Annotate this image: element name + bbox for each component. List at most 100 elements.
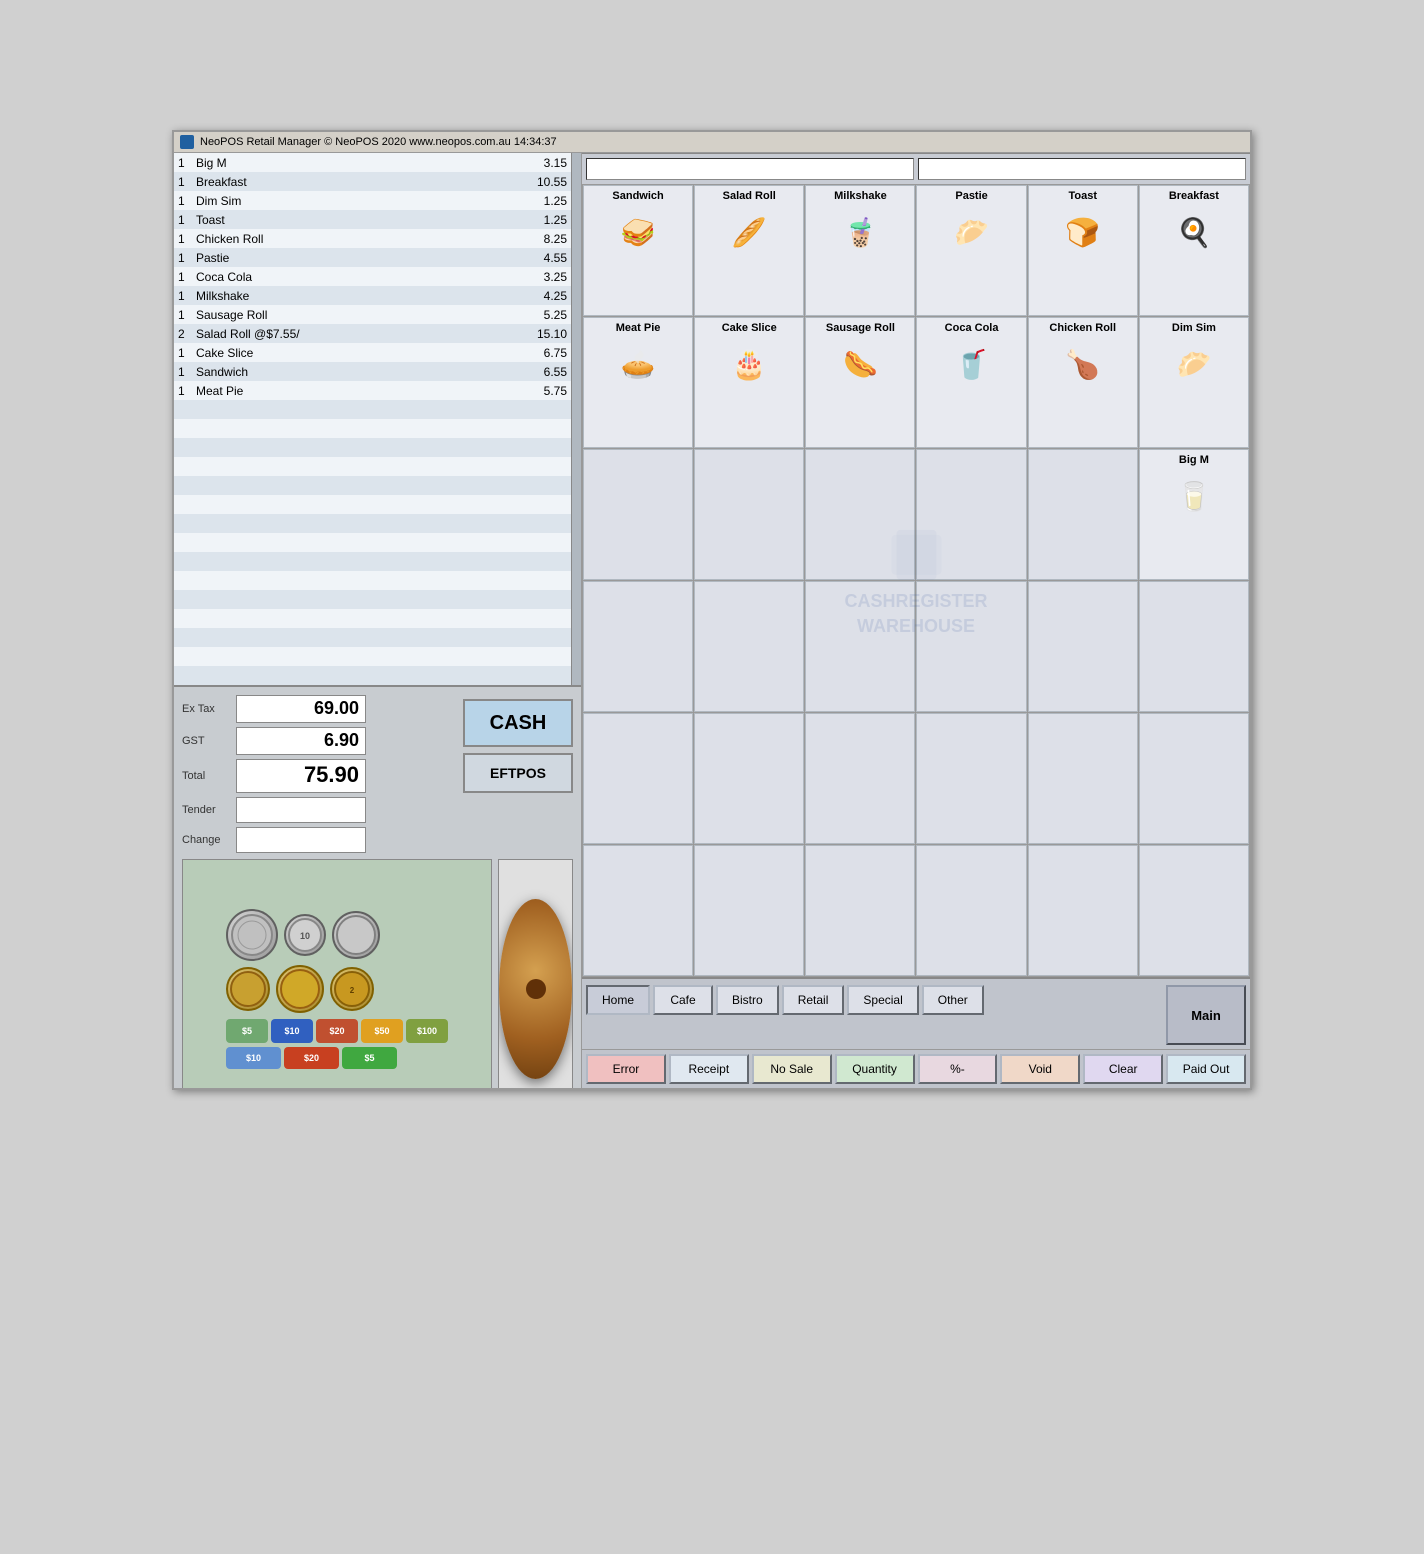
- order-item[interactable]: 1 Toast 1.25: [174, 210, 571, 229]
- order-item[interactable]: 1 Sandwich 6.55: [174, 362, 571, 381]
- product-dim-sim[interactable]: Dim Sim🥟: [1139, 317, 1249, 448]
- order-item[interactable]: 1 Big M 3.15: [174, 153, 571, 172]
- quantity-button[interactable]: Quantity: [835, 1054, 915, 1084]
- product-grid: Sandwich🥪Salad Roll🥖Milkshake🧋Pastie🥟Toa…: [582, 184, 1250, 979]
- paid-out-button[interactable]: Paid Out: [1166, 1054, 1246, 1084]
- product-salad-roll[interactable]: Salad Roll🥖: [694, 185, 804, 316]
- product-label: Coca Cola: [945, 320, 999, 337]
- order-item[interactable]: 1 Dim Sim 1.25: [174, 191, 571, 210]
- product-pastie[interactable]: Pastie🥟: [916, 185, 1026, 316]
- void-button[interactable]: Void: [1000, 1054, 1080, 1084]
- order-item[interactable]: 2 Salad Roll @$7.55/ 15.10: [174, 324, 571, 343]
- nav-home[interactable]: Home: [586, 985, 650, 1015]
- clear-button[interactable]: Clear: [1083, 1054, 1163, 1084]
- main-input-right[interactable]: [918, 158, 1246, 180]
- order-item[interactable]: 1 Sausage Roll 5.25: [174, 305, 571, 324]
- product-chicken-roll[interactable]: Chicken Roll🍗: [1028, 317, 1138, 448]
- empty-product-cell: [583, 713, 693, 844]
- empty-product-cell: [805, 449, 915, 580]
- order-item[interactable]: 1 Cake Slice 6.75: [174, 343, 571, 362]
- product-label: Big M: [1179, 452, 1209, 469]
- total-row: Total 75.90: [182, 759, 455, 793]
- bottom-payment-area: Ex Tax 69.00 GST 6.90 Total 75.90 Tend: [174, 685, 581, 1088]
- item-qty: 1: [174, 362, 192, 381]
- item-qty: 1: [174, 286, 192, 305]
- item-qty: 1: [174, 229, 192, 248]
- nav-bistro[interactable]: Bistro: [716, 985, 779, 1015]
- order-item[interactable]: 1 Milkshake 4.25: [174, 286, 571, 305]
- product-label: Salad Roll: [723, 188, 776, 205]
- nav-retail[interactable]: Retail: [782, 985, 845, 1015]
- product-sausage-roll[interactable]: Sausage Roll🌭: [805, 317, 915, 448]
- product-breakfast[interactable]: Breakfast🍳: [1139, 185, 1249, 316]
- note-green: $5: [342, 1047, 397, 1069]
- item-price: 10.55: [521, 172, 571, 191]
- empty-product-cell: [1139, 845, 1249, 976]
- note-5: $5: [226, 1019, 268, 1043]
- product-toast[interactable]: Toast🍞: [1028, 185, 1138, 316]
- empty-product-cell: [805, 581, 915, 712]
- product-image: 🍗: [1048, 337, 1118, 392]
- order-item[interactable]: 1 Breakfast 10.55: [174, 172, 571, 191]
- order-item[interactable]: 1 Pastie 4.55: [174, 248, 571, 267]
- item-qty: 1: [174, 381, 192, 400]
- order-item[interactable]: 1 Chicken Roll 8.25: [174, 229, 571, 248]
- product-image: 🥪: [603, 205, 673, 260]
- product-image: 🌭: [825, 337, 895, 392]
- empty-order-row: [174, 609, 571, 628]
- app-title: NeoPOS Retail Manager © NeoPOS 2020 www.…: [200, 136, 557, 148]
- empty-product-cell: [583, 581, 693, 712]
- item-name: Toast: [192, 210, 521, 229]
- product-big-m[interactable]: Big M🥛: [1139, 449, 1249, 580]
- change-input[interactable]: [236, 827, 366, 853]
- nav-special[interactable]: Special: [847, 985, 918, 1015]
- item-price: 6.55: [521, 362, 571, 381]
- product-meat-pie[interactable]: Meat Pie🥧: [583, 317, 693, 448]
- item-price: 6.75: [521, 343, 571, 362]
- order-item[interactable]: 1 Coca Cola 3.25: [174, 267, 571, 286]
- product-label: Cake Slice: [722, 320, 777, 337]
- product-cake-slice[interactable]: Cake Slice🎂: [694, 317, 804, 448]
- empty-product-cell: [1028, 845, 1138, 976]
- product-image: 🥟: [1159, 337, 1229, 392]
- order-item[interactable]: 1 Meat Pie 5.75: [174, 381, 571, 400]
- empty-product-cell: [916, 713, 1026, 844]
- empty-product-cell: [694, 845, 804, 976]
- item-name: Sandwich: [192, 362, 521, 381]
- gst-label: GST: [182, 735, 232, 747]
- product-label: Sandwich: [612, 188, 663, 205]
- product-image: 🥟: [937, 205, 1007, 260]
- note-red: $20: [284, 1047, 339, 1069]
- error-button[interactable]: Error: [586, 1054, 666, 1084]
- item-price: 5.25: [521, 305, 571, 324]
- eftpos-button[interactable]: EFTPOS: [463, 753, 573, 793]
- item-qty: 1: [174, 267, 192, 286]
- item-qty: 1: [174, 248, 192, 267]
- item-price: 3.15: [521, 153, 571, 172]
- scroll-indicator[interactable]: [571, 153, 581, 685]
- tender-input[interactable]: [236, 797, 366, 823]
- no-sale-button[interactable]: No Sale: [752, 1054, 832, 1084]
- cash-button[interactable]: CASH: [463, 699, 573, 747]
- product-coca-cola[interactable]: Coca Cola🥤: [916, 317, 1026, 448]
- percent-button[interactable]: %-: [918, 1054, 998, 1084]
- main-input-left[interactable]: [586, 158, 914, 180]
- app-logo: [180, 135, 194, 149]
- product-label: Dim Sim: [1172, 320, 1216, 337]
- item-qty: 1: [174, 172, 192, 191]
- item-price: 1.25: [521, 210, 571, 229]
- item-price: 3.25: [521, 267, 571, 286]
- product-milkshake[interactable]: Milkshake🧋: [805, 185, 915, 316]
- nav-main[interactable]: Main: [1166, 985, 1246, 1045]
- item-qty: 1: [174, 191, 192, 210]
- nav-other[interactable]: Other: [922, 985, 984, 1015]
- empty-order-row: [174, 419, 571, 438]
- item-price: 5.75: [521, 381, 571, 400]
- receipt-button[interactable]: Receipt: [669, 1054, 749, 1084]
- product-sandwich[interactable]: Sandwich🥪: [583, 185, 693, 316]
- coin-50c: [332, 911, 380, 959]
- totals-box: Ex Tax 69.00 GST 6.90 Total 75.90 Tend: [182, 695, 455, 853]
- item-price: 15.10: [521, 324, 571, 343]
- nav-cafe[interactable]: Cafe: [653, 985, 713, 1015]
- promo-area: 10: [182, 859, 573, 1088]
